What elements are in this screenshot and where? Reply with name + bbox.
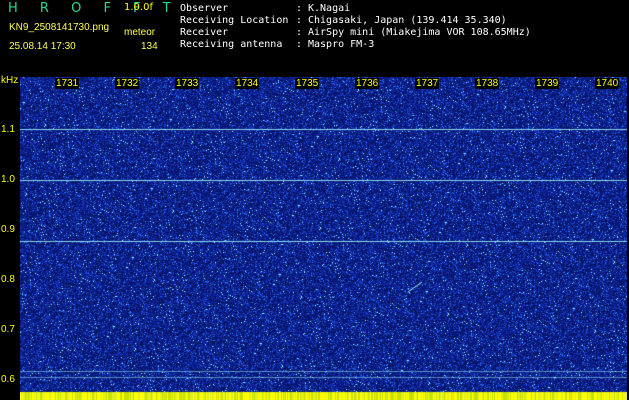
mode-label: meteor bbox=[124, 27, 156, 38]
y-tick-label: 1.0 bbox=[1, 174, 15, 185]
y-tick-label: 0.9 bbox=[1, 224, 15, 235]
info-label-observer: Observer bbox=[180, 3, 229, 14]
info-separator: : bbox=[296, 39, 303, 50]
x-tick-label: 1740 bbox=[595, 78, 620, 89]
x-tick-label: 1733 bbox=[175, 78, 200, 89]
info-label-location: Receiving Location bbox=[180, 15, 289, 26]
x-tick-label: 1738 bbox=[475, 78, 500, 89]
filename-label: KN9_2508141730.png bbox=[9, 22, 110, 33]
info-label-antenna: Receiving antenna bbox=[180, 39, 283, 50]
y-tick-label: 1.1 bbox=[1, 124, 15, 135]
x-tick-label: 1732 bbox=[115, 78, 140, 89]
spectrogram-canvas[interactable] bbox=[20, 77, 627, 400]
info-value-observer: K.Nagai bbox=[308, 3, 351, 14]
y-axis-unit: kHz bbox=[1, 75, 19, 86]
info-separator: : bbox=[296, 3, 303, 14]
x-tick-label: 1731 bbox=[55, 78, 80, 89]
version-label: 1.0.0f bbox=[124, 2, 153, 13]
x-tick-label: 1737 bbox=[415, 78, 440, 89]
datetime-label: 25.08.14 17:30 bbox=[9, 41, 76, 52]
y-tick-label: 0.8 bbox=[1, 274, 15, 285]
y-tick-label: 0.6 bbox=[1, 374, 15, 385]
info-value-location: Chigasaki, Japan (139.414 35.340) bbox=[308, 15, 507, 26]
info-separator: : bbox=[296, 15, 303, 26]
x-tick-label: 1735 bbox=[295, 78, 320, 89]
info-label-receiver: Receiver bbox=[180, 27, 229, 38]
x-tick-label: 1736 bbox=[355, 78, 380, 89]
y-tick-label: 0.7 bbox=[1, 324, 15, 335]
counter-label: 134 bbox=[141, 41, 158, 52]
x-tick-label: 1734 bbox=[235, 78, 260, 89]
x-tick-label: 1739 bbox=[535, 78, 560, 89]
app-logo: H R O F F T bbox=[8, 1, 180, 16]
info-value-antenna: Maspro FM-3 bbox=[308, 39, 375, 50]
info-value-receiver: AirSpy mini (Miakejima VOR 108.65MHz) bbox=[308, 27, 531, 38]
info-separator: : bbox=[296, 27, 303, 38]
